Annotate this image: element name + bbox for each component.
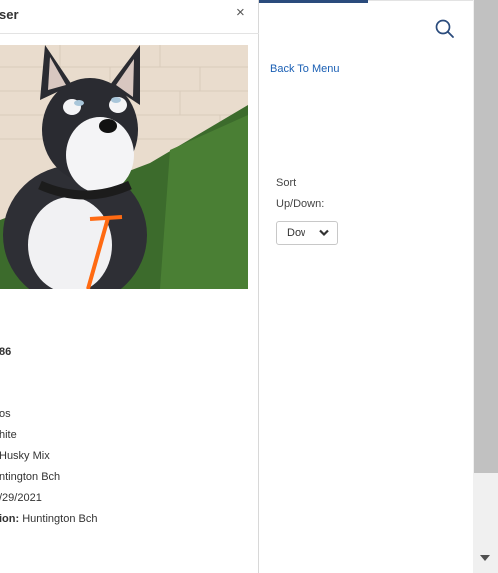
chevron-down-icon — [319, 229, 329, 237]
divider — [368, 0, 473, 1]
search-button[interactable] — [432, 17, 456, 41]
info-line: os — [0, 408, 11, 420]
back-to-menu-link[interactable]: Back To Menu — [270, 63, 340, 75]
pet-detail-modal: ser × 86 os hite Husky Mix ntington Bch … — [0, 0, 259, 573]
scroll-down-arrow-icon[interactable] — [479, 553, 491, 563]
active-tab-indicator — [259, 0, 368, 3]
info-line: hite — [0, 429, 17, 441]
sort-label: Sort — [276, 177, 297, 189]
info-line: /29/2021 — [0, 492, 42, 504]
sort-direction-select[interactable]: Down — [276, 221, 338, 245]
scrollbar-thumb[interactable] — [474, 0, 498, 473]
location-value: Huntington Bch — [22, 513, 98, 525]
info-line: Husky Mix — [0, 450, 50, 462]
close-icon[interactable]: × — [236, 4, 245, 21]
info-line: ntington Bch — [0, 471, 61, 483]
search-icon — [435, 19, 454, 38]
location-line: ion: Huntington Bch — [0, 513, 97, 525]
location-label: ion: — [0, 513, 20, 525]
sort-selected-value: Down — [287, 227, 305, 239]
pet-id: 86 — [0, 346, 12, 358]
modal-title: ser — [0, 7, 19, 22]
modal-header: ser × — [0, 0, 259, 34]
sort-label-direction: Up/Down: — [276, 198, 325, 210]
pet-photo — [0, 45, 248, 289]
